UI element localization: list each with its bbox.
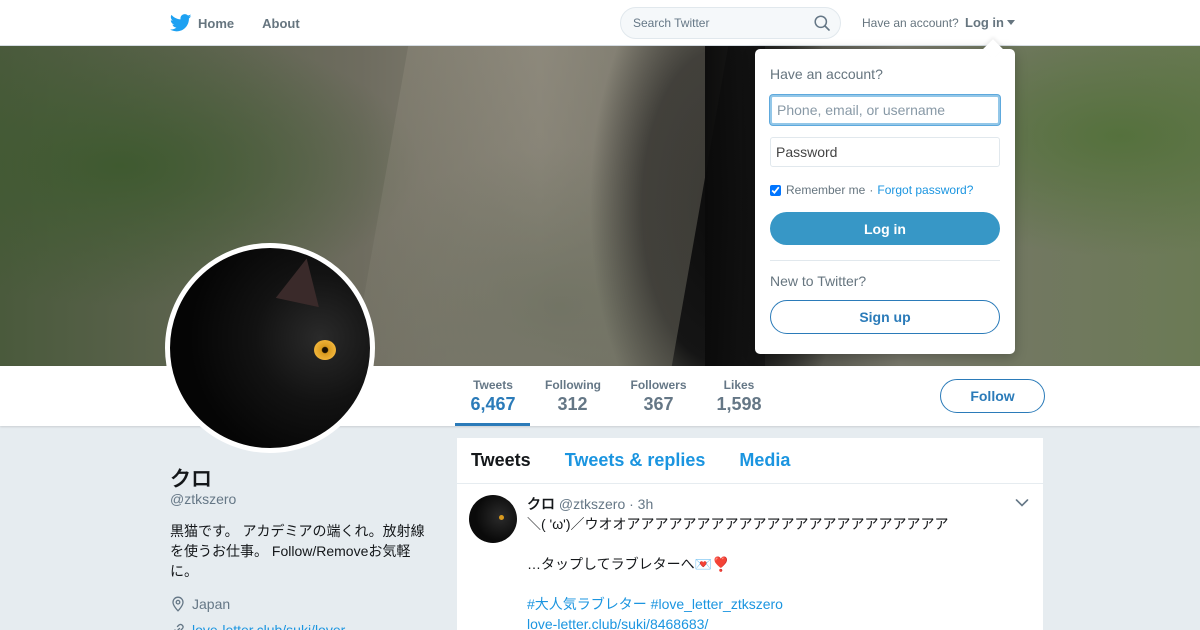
stat-likes[interactable]: Likes 1,598 bbox=[716, 378, 762, 415]
stat-tweets[interactable]: Tweets 6,467 bbox=[470, 378, 516, 415]
nav-about[interactable]: About bbox=[262, 16, 300, 31]
tweet-author-name[interactable]: クロ bbox=[527, 496, 555, 512]
profile-handle[interactable]: @ztkszero bbox=[170, 491, 236, 507]
tweet-hashtags[interactable]: #大人気ラブレター #love_letter_ztkszero bbox=[527, 594, 1031, 614]
login-dropdown-title: Have an account? bbox=[770, 66, 883, 82]
tab-tweets[interactable]: Tweets bbox=[471, 450, 531, 471]
stat-label: Following bbox=[545, 378, 601, 392]
profile-link-text: love-letter.club/suki/lover... bbox=[192, 622, 357, 630]
username-input[interactable] bbox=[770, 95, 1000, 125]
stat-value: 6,467 bbox=[470, 394, 516, 414]
remember-me-checkbox[interactable] bbox=[770, 184, 781, 196]
profile-location-text: Japan bbox=[192, 596, 231, 612]
stat-value: 312 bbox=[557, 394, 588, 414]
search-input[interactable] bbox=[621, 8, 806, 38]
avatar-cat-eye bbox=[314, 340, 336, 360]
tweet-timestamp[interactable]: · 3h bbox=[629, 496, 653, 512]
chevron-down-icon bbox=[1007, 20, 1015, 25]
avatar-cat-ear bbox=[275, 253, 329, 308]
remember-me-row: Remember me · Forgot password? bbox=[770, 183, 973, 197]
profile-name: クロ bbox=[170, 468, 212, 491]
stat-following[interactable]: Following 312 bbox=[545, 378, 601, 415]
tweet-avatar[interactable] bbox=[469, 495, 517, 543]
dropdown-divider bbox=[770, 260, 1000, 261]
tweet-line-1: ＼( 'ω')／ウオオアアアアアアアアアアアアアアアアアアアアアアア bbox=[527, 516, 949, 532]
tab-tweets-replies[interactable]: Tweets & replies bbox=[565, 450, 706, 471]
stat-label: Tweets bbox=[473, 378, 513, 392]
login-button[interactable]: Log in bbox=[770, 212, 1000, 245]
tweet-body: ＼( 'ω')／ウオオアアアアアアアアアアアアアアアアアアアアアアア …タップし… bbox=[527, 514, 1031, 630]
login-dropdown-toggle[interactable]: Log in bbox=[965, 15, 1015, 30]
tweet-line-2: …タップしてラブレターへ💌❣️ bbox=[527, 556, 730, 572]
profile-avatar[interactable] bbox=[165, 243, 375, 453]
stat-followers[interactable]: Followers 367 bbox=[630, 378, 687, 415]
forgot-password-link[interactable]: Forgot password? bbox=[877, 183, 973, 197]
profile-location: Japan bbox=[170, 596, 230, 612]
twitter-bird-icon bbox=[170, 14, 192, 32]
location-pin-icon bbox=[172, 596, 184, 612]
nav-left: Home About bbox=[170, 0, 328, 46]
search-icon[interactable] bbox=[814, 15, 830, 31]
active-stat-indicator bbox=[455, 423, 530, 426]
remember-me-label[interactable]: Remember me bbox=[786, 183, 865, 197]
nav-about-label: About bbox=[262, 15, 300, 31]
remember-separator: · bbox=[869, 183, 874, 197]
follow-button[interactable]: Follow bbox=[940, 379, 1045, 413]
tweet[interactable]: クロ @ztkszero · 3h ＼( 'ω')／ウオオアアアアアアアアアアア… bbox=[457, 484, 1043, 630]
profile-link[interactable]: love-letter.club/suki/lover... bbox=[170, 622, 356, 630]
stat-value: 367 bbox=[643, 394, 674, 414]
tweet-author-handle[interactable]: @ztkszero bbox=[559, 496, 625, 512]
timeline-tabs: Tweets Tweets & replies Media bbox=[457, 438, 1043, 484]
new-to-twitter-label: New to Twitter? bbox=[770, 273, 867, 289]
stat-label: Followers bbox=[630, 378, 687, 392]
top-navigation: Home About Have an account? Log in bbox=[0, 0, 1200, 46]
nav-home[interactable]: Home bbox=[170, 14, 234, 32]
tweet-url[interactable]: love-letter.club/suki/8468683/ bbox=[527, 614, 1031, 630]
timeline: Tweets Tweets & replies Media クロ @ztksze… bbox=[456, 437, 1044, 630]
login-dropdown: Have an account? Remember me · Forgot pa… bbox=[755, 39, 1015, 354]
login-toggle-label: Log in bbox=[965, 15, 1004, 30]
tweet-avatar-eye bbox=[499, 515, 504, 520]
nav-home-label: Home bbox=[198, 15, 235, 31]
tweet-header: クロ @ztkszero · 3h bbox=[527, 494, 1031, 514]
profile-bio: 黒猫です。 アカデミアの端くれ。放射線を使うお仕事。 Follow/Remove… bbox=[170, 523, 425, 579]
tab-media[interactable]: Media bbox=[739, 450, 790, 471]
stat-value: 1,598 bbox=[716, 394, 762, 414]
password-input[interactable] bbox=[770, 137, 1000, 167]
signup-button[interactable]: Sign up bbox=[770, 300, 1000, 334]
chevron-down-icon[interactable] bbox=[1015, 498, 1029, 508]
search-box bbox=[620, 7, 841, 39]
stat-label: Likes bbox=[723, 378, 755, 392]
link-icon bbox=[174, 623, 184, 630]
banner-path bbox=[351, 46, 729, 366]
account-prompt: Have an account? bbox=[862, 16, 959, 30]
